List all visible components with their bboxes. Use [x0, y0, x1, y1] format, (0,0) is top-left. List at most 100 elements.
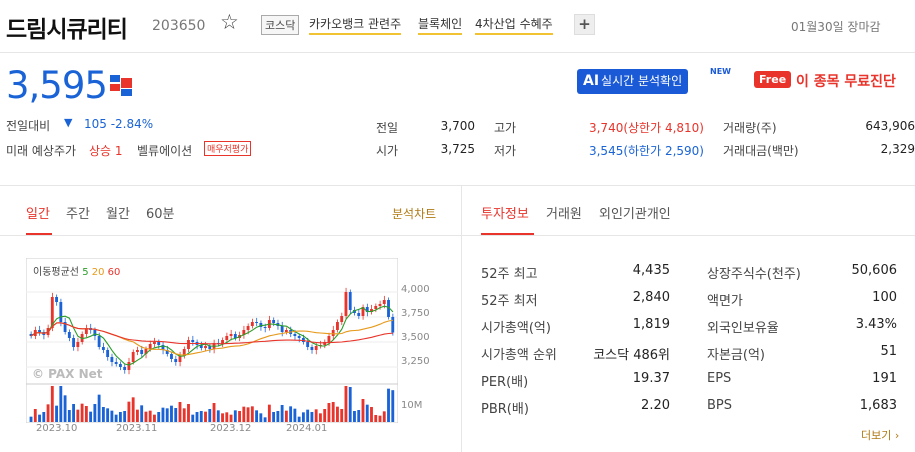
- legend-ma20: 20: [91, 267, 105, 278]
- volume-bar: [340, 409, 344, 422]
- candle-body: [382, 300, 386, 304]
- watermark: © PAX Net: [32, 367, 103, 381]
- volume-bar: [76, 409, 80, 422]
- volume-bar: [153, 414, 156, 422]
- volume-bar: [318, 413, 322, 422]
- market-badge: 코스닥: [261, 15, 300, 35]
- volume-bar: [238, 411, 241, 422]
- info-label-foreign-ratio: 외국인보유율: [707, 321, 779, 336]
- tab-daily[interactable]: 일간: [26, 203, 50, 222]
- volume-bar: [331, 402, 335, 422]
- price-chart[interactable]: [26, 258, 398, 423]
- free-badge[interactable]: Free: [754, 71, 792, 88]
- open-label: 시가: [376, 144, 399, 158]
- theme-tag-blockchain[interactable]: 블록체인: [418, 15, 463, 35]
- x-tick-label: 2023.11: [116, 423, 158, 434]
- add-theme-button[interactable]: +: [574, 14, 595, 35]
- legend-ma60: 60: [107, 267, 121, 278]
- candle-body: [331, 330, 335, 336]
- y-tick-label: 3,250: [401, 356, 430, 367]
- volume-bar: [301, 412, 305, 422]
- divider: [0, 185, 915, 186]
- more-link[interactable]: 더보기 ›: [861, 427, 899, 443]
- tab-60min[interactable]: 60분: [146, 203, 175, 222]
- tab-broker[interactable]: 거래원: [546, 203, 582, 222]
- stock-code: 203650: [152, 18, 206, 34]
- info-label-pbr: PBR(배): [481, 402, 529, 417]
- candle-body: [178, 356, 182, 362]
- mini-candle-icon: [110, 75, 132, 96]
- volume-bar: [259, 413, 263, 422]
- candle-body: [314, 346, 318, 350]
- volume-bar: [59, 386, 63, 422]
- free-diagnosis-link[interactable]: 이 종목 무료진단: [796, 71, 896, 91]
- ai-analysis-button[interactable]: AI 실시간 분석확인: [577, 69, 689, 94]
- volume-bar: [361, 399, 365, 422]
- candle-body: [127, 362, 131, 370]
- candle-body: [174, 359, 178, 362]
- tab-weekly[interactable]: 주간: [66, 203, 90, 222]
- candle-body: [97, 336, 101, 347]
- volume-bar: [374, 415, 378, 422]
- candle-body: [101, 347, 105, 350]
- volume-bar: [42, 412, 46, 422]
- volume-bar: [170, 405, 173, 422]
- volume-bar: [165, 408, 169, 422]
- candle-body: [284, 330, 288, 332]
- volume-bar: [148, 410, 152, 422]
- market-close-date: 01월30일 장마감: [791, 20, 881, 34]
- volume-bar: [276, 411, 280, 422]
- volume-bar: [216, 410, 220, 422]
- forecast-value[interactable]: 상승 1: [89, 142, 123, 159]
- volume-bar: [123, 411, 127, 422]
- info-value-bps: 1,683: [859, 398, 897, 413]
- volume-bar: [310, 412, 314, 422]
- volume-bar: [387, 388, 390, 422]
- volume-bar: [250, 406, 254, 422]
- volume-bar: [246, 407, 250, 422]
- candle-body: [272, 320, 276, 323]
- valuation-button[interactable]: 매우저평가: [204, 141, 252, 156]
- volume-bar: [263, 417, 267, 422]
- candle-body: [374, 306, 378, 309]
- volume-bar: [204, 411, 207, 422]
- volume-bar: [106, 408, 110, 422]
- candle-body: [263, 327, 267, 328]
- candle-body: [297, 336, 301, 338]
- volume-bar: [182, 408, 186, 422]
- volume-bar: [255, 410, 259, 422]
- candle-body: [110, 357, 114, 362]
- theme-tag-kakaobank[interactable]: 카카오뱅크 관련주: [309, 15, 402, 35]
- info-value-capital: 51: [880, 344, 897, 359]
- tab-monthly[interactable]: 월간: [106, 203, 130, 222]
- volume-bar: [225, 412, 229, 422]
- volume-bar: [221, 413, 224, 422]
- candle-body: [246, 326, 250, 330]
- volume-bar: [191, 414, 195, 422]
- volume-bar: [391, 390, 395, 422]
- volume-bar: [110, 410, 114, 422]
- candle-body: [344, 292, 348, 316]
- tab-invest-info[interactable]: 투자정보: [481, 203, 529, 222]
- candle-body: [280, 326, 284, 332]
- candle-body: [135, 350, 139, 352]
- theme-tag-4th-industry[interactable]: 4차산업 수혜주: [475, 15, 553, 35]
- volume-bar: [353, 411, 356, 422]
- candle-body: [76, 342, 80, 347]
- candle-body: [306, 342, 310, 347]
- info-label-par-value: 액면가: [707, 294, 743, 309]
- tab-foreign-institution[interactable]: 외인기관개인: [599, 203, 671, 222]
- info-value-eps: 191: [872, 371, 897, 386]
- low-label: 저가: [494, 144, 517, 158]
- volume-bar: [344, 386, 348, 422]
- volume-bar: [348, 387, 352, 422]
- volume-bar: [233, 410, 237, 422]
- volume-bar: [208, 409, 212, 422]
- analysis-chart-link[interactable]: 분석차트: [392, 205, 436, 222]
- volume-bar: [187, 404, 190, 422]
- info-value-foreign-ratio: 3.43%: [855, 317, 897, 332]
- volume-bar: [357, 410, 361, 422]
- legend-ma5: 5: [82, 267, 89, 278]
- favorite-star-icon[interactable]: ☆: [220, 10, 239, 34]
- ai-label: AI: [583, 73, 600, 89]
